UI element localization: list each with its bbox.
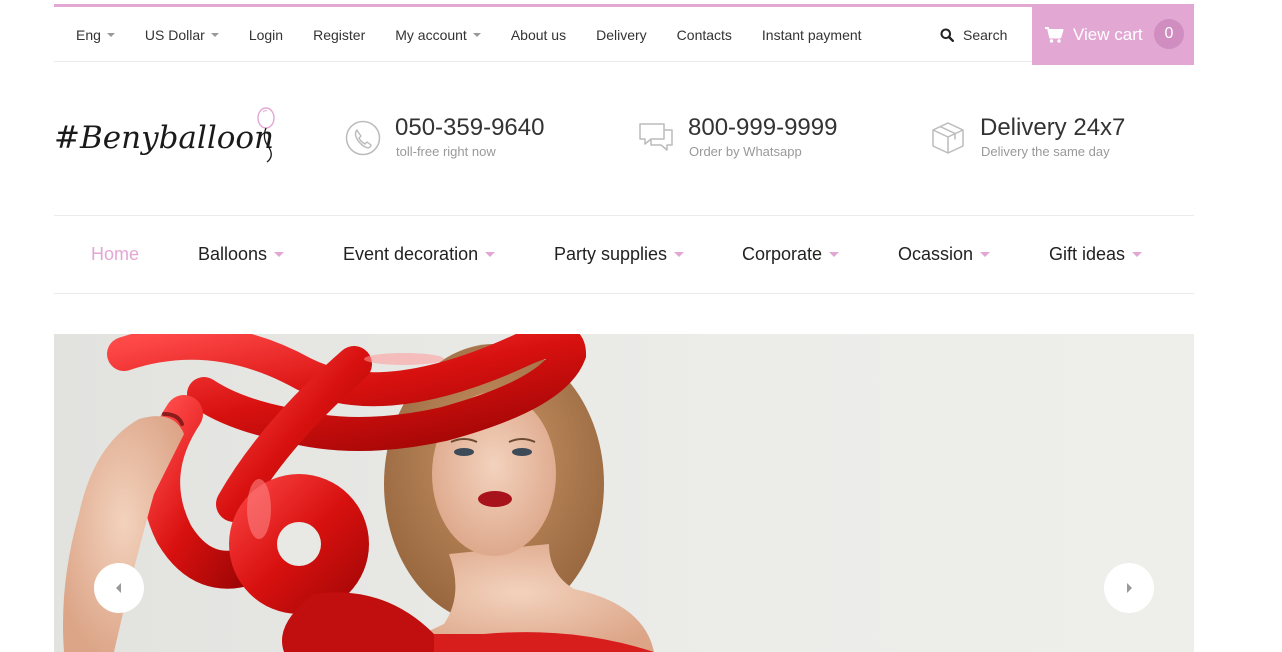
my-account-menu[interactable]: My account: [380, 27, 496, 43]
page: Eng US Dollar Login Register My account …: [54, 0, 1194, 652]
instant-payment-link[interactable]: Instant payment: [747, 27, 877, 43]
cart-count-badge: 0: [1154, 19, 1184, 49]
delivery-link[interactable]: Delivery: [581, 27, 662, 43]
login-label: Login: [248, 26, 284, 43]
site-logo[interactable]: #Benyballoon: [54, 104, 286, 168]
chevron-down-icon: [829, 252, 840, 257]
hero-image: [54, 334, 1194, 652]
delivery-subtitle: Delivery the same day: [981, 144, 1110, 159]
nav-item-label: Home: [91, 244, 140, 264]
main-nav: Home Balloons Event decoration Party sup…: [54, 215, 1194, 294]
chevron-down-icon: [980, 252, 991, 257]
currency-label: US Dollar: [144, 26, 205, 43]
whatsapp-subtitle: Order by Whatsapp: [689, 144, 802, 159]
search-label: Search: [963, 26, 1008, 43]
chevron-down-icon: [472, 32, 481, 37]
hero-slider: [54, 334, 1194, 652]
contact-whatsapp: 800-999-9999 Order by Whatsapp: [638, 114, 837, 162]
slider-next-button[interactable]: [1104, 563, 1154, 613]
cart-label: View cart: [1073, 24, 1143, 44]
chevron-right-icon: [1127, 583, 1132, 593]
nav-item-party-supplies[interactable]: Party supplies: [554, 216, 685, 293]
about-us-label: About us: [510, 26, 567, 43]
shopping-cart-icon: [1044, 26, 1064, 44]
chevron-down-icon: [274, 252, 285, 257]
search-button[interactable]: Search: [940, 7, 1007, 62]
nav-item-label: Gift ideas: [1049, 244, 1126, 264]
chevron-down-icon: [485, 252, 496, 257]
language-label: Eng: [76, 26, 101, 43]
my-account-label: My account: [395, 26, 467, 43]
top-nav: Eng US Dollar Login Register My account …: [54, 7, 877, 62]
nav-item-label: Corporate: [742, 244, 823, 264]
phone-number[interactable]: 050-359-9640: [395, 114, 544, 142]
nav-item-home[interactable]: Home: [91, 216, 139, 293]
contact-delivery-text: Delivery 24x7 Delivery the same day: [980, 114, 1125, 162]
about-us-link[interactable]: About us: [496, 27, 581, 43]
nav-item-label: Balloons: [198, 244, 268, 264]
contact-phone: 050-359-9640 toll-free right now: [345, 114, 544, 162]
box-icon: [932, 122, 964, 154]
logo-text: #Benyballoon: [54, 120, 274, 156]
chevron-down-icon: [674, 252, 685, 257]
chevron-left-icon: [116, 583, 121, 593]
phone-subtitle: toll-free right now: [396, 144, 496, 159]
slider-prev-button[interactable]: [94, 563, 144, 613]
nav-item-gift-ideas[interactable]: Gift ideas: [1049, 216, 1143, 293]
nav-item-event-decoration[interactable]: Event decoration: [343, 216, 496, 293]
delivery-label: Delivery: [596, 26, 647, 43]
nav-item-label: Ocassion: [898, 244, 974, 264]
view-cart-button[interactable]: View cart 0: [1032, 4, 1194, 65]
contacts-label: Contacts: [676, 26, 732, 43]
nav-item-label: Party supplies: [554, 244, 668, 264]
contact-phone-text: 050-359-9640 toll-free right now: [395, 114, 544, 162]
chevron-down-icon: [1132, 252, 1143, 257]
chat-bubbles-icon: [639, 123, 673, 151]
contacts-link[interactable]: Contacts: [662, 27, 747, 43]
currency-selector[interactable]: US Dollar: [130, 27, 234, 43]
register-label: Register: [313, 26, 366, 43]
top-bar: Eng US Dollar Login Register My account …: [54, 4, 1194, 65]
nav-item-label: Event decoration: [343, 244, 479, 264]
logo-image: #Benyballoon: [54, 107, 275, 163]
register-link[interactable]: Register: [298, 27, 380, 43]
delivery-title: Delivery 24x7: [980, 114, 1126, 141]
chevron-down-icon: [106, 32, 115, 37]
phone-icon: [345, 120, 381, 156]
nav-item-corporate[interactable]: Corporate: [742, 216, 840, 293]
search-icon: [940, 28, 954, 42]
contact-whatsapp-text: 800-999-9999 Order by Whatsapp: [688, 114, 837, 162]
nav-item-balloons[interactable]: Balloons: [198, 216, 285, 293]
whatsapp-number[interactable]: 800-999-9999: [688, 114, 837, 142]
nav-item-ocassion[interactable]: Ocassion: [898, 216, 991, 293]
chevron-down-icon: [210, 32, 219, 37]
login-link[interactable]: Login: [234, 27, 298, 43]
instant-payment-label: Instant payment: [761, 26, 862, 43]
language-selector[interactable]: Eng: [54, 27, 130, 43]
contact-delivery: Delivery 24x7 Delivery the same day: [930, 114, 1125, 162]
